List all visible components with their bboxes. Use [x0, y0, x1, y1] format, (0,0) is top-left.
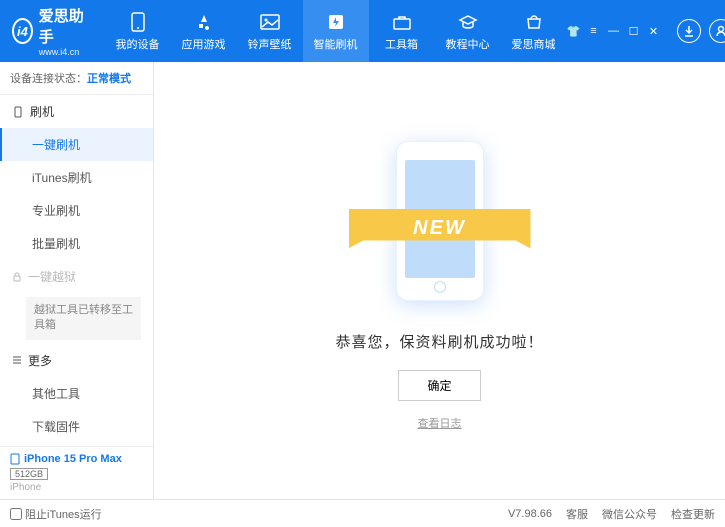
download-button[interactable]	[677, 19, 701, 43]
sidebar-item-itunes[interactable]: iTunes刷机	[0, 161, 153, 194]
device-status: 设备连接状态：正常模式	[0, 62, 153, 95]
flash-icon	[325, 11, 347, 33]
sidebar-item-batch[interactable]: 批量刷机	[0, 227, 153, 260]
store-icon	[523, 11, 545, 33]
skin-icon[interactable]: 👕	[567, 24, 581, 38]
graduate-icon	[457, 11, 479, 33]
footer-link-update[interactable]: 检查更新	[671, 506, 715, 522]
tab-store[interactable]: 爱思商城	[501, 0, 567, 62]
success-illustration: NEW	[355, 131, 525, 316]
device-name: iPhone 15 Pro Max	[24, 453, 122, 465]
lock-icon	[12, 272, 22, 282]
tab-tutorial[interactable]: 教程中心	[435, 0, 501, 62]
image-icon	[259, 11, 281, 33]
phone-small-icon	[12, 106, 24, 118]
success-message: 恭喜您，保资料刷机成功啦！	[335, 331, 543, 352]
tab-my-device[interactable]: 我的设备	[105, 0, 171, 62]
sidebar-item-pro[interactable]: 专业刷机	[0, 194, 153, 227]
device-type: iPhone	[10, 482, 143, 493]
jailbreak-note: 越狱工具已转移至工具箱	[26, 297, 141, 340]
device-info: iPhone 15 Pro Max 512GB iPhone	[0, 446, 153, 499]
check-block-itunes[interactable]: 阻止iTunes运行	[10, 506, 102, 522]
device-storage: 512GB	[10, 468, 48, 480]
sidebar-item-other[interactable]: 其他工具	[0, 377, 153, 410]
app-header: i4 爱思助手 www.i4.cn 我的设备 应用游戏 铃声壁纸 智能刷机 工具…	[0, 0, 725, 62]
footer-link-wechat[interactable]: 微信公众号	[602, 506, 657, 522]
footer: 阻止iTunes运行 V7.98.66 客服 微信公众号 检查更新	[0, 499, 725, 527]
tab-smart-flash[interactable]: 智能刷机	[303, 0, 369, 62]
section-more[interactable]: 更多	[0, 344, 153, 377]
section-jailbreak: 一键越狱	[0, 260, 153, 293]
logo-area: i4 爱思助手 www.i4.cn	[12, 5, 85, 57]
sidebar-item-oneclick[interactable]: 一键刷机	[0, 128, 153, 161]
minimize-icon[interactable]: —	[607, 24, 621, 38]
user-button[interactable]	[709, 19, 725, 43]
header-right: 👕 ≡ — ☐ ✕	[567, 19, 725, 43]
maximize-icon[interactable]: ☐	[627, 24, 641, 38]
app-title: 爱思助手	[39, 5, 85, 47]
tab-ringtones[interactable]: 铃声壁纸	[237, 0, 303, 62]
section-flash[interactable]: 刷机	[0, 95, 153, 128]
view-log-link[interactable]: 查看日志	[418, 415, 462, 431]
app-url: www.i4.cn	[39, 47, 85, 57]
sidebar-item-download[interactable]: 下载固件	[0, 410, 153, 443]
tab-apps[interactable]: 应用游戏	[171, 0, 237, 62]
nav-tabs: 我的设备 应用游戏 铃声壁纸 智能刷机 工具箱 教程中心 爱思商城	[105, 0, 567, 62]
menu-icon[interactable]: ≡	[587, 24, 601, 38]
footer-link-support[interactable]: 客服	[566, 506, 588, 522]
device-icon	[10, 453, 20, 465]
phone-icon	[127, 11, 149, 33]
list-icon	[12, 355, 22, 365]
apps-icon	[193, 11, 215, 33]
ok-button[interactable]: 确定	[398, 370, 480, 401]
version-label: V7.98.66	[508, 508, 552, 520]
sidebar: 设备连接状态：正常模式 刷机 一键刷机 iTunes刷机 专业刷机 批量刷机 一…	[0, 62, 154, 499]
toolbox-icon	[391, 11, 413, 33]
close-icon[interactable]: ✕	[647, 24, 661, 38]
tab-toolbox[interactable]: 工具箱	[369, 0, 435, 62]
logo-icon: i4	[12, 18, 33, 44]
main-content: NEW 恭喜您，保资料刷机成功啦！ 确定 查看日志	[154, 62, 725, 499]
